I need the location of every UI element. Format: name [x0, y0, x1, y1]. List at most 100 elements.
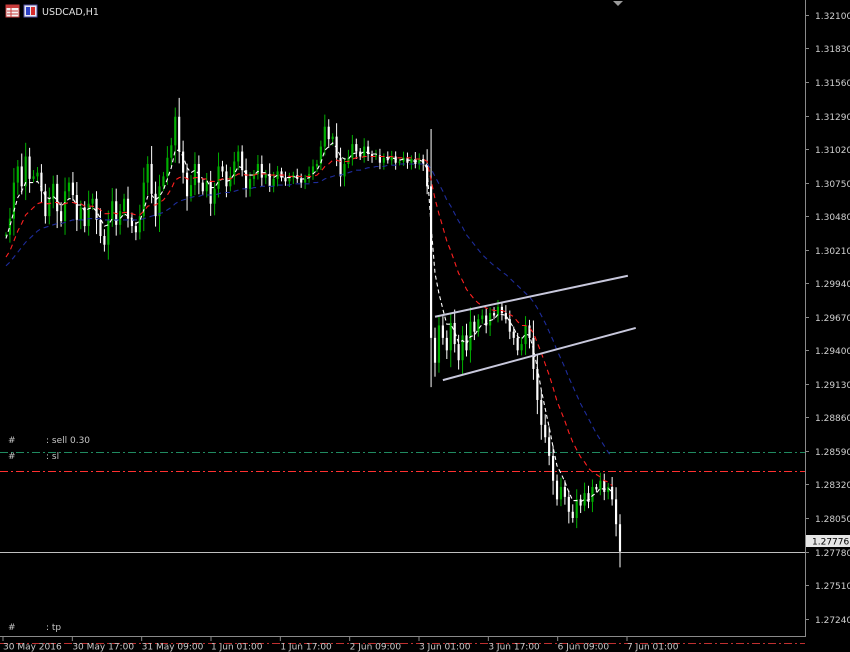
time-tick-label: 3 Jun 17:00: [488, 643, 540, 652]
candle-body: [75, 195, 78, 220]
candle-body: [248, 178, 252, 189]
time-tick-label: 1 Jun 17:00: [280, 643, 332, 652]
candle-body: [544, 424, 547, 438]
candle-body: [158, 186, 161, 217]
candle-body: [461, 335, 464, 361]
candle-body: [48, 198, 51, 217]
time-tick-label: 7 Jun 01:00: [627, 643, 679, 652]
candle-body: [205, 181, 208, 192]
candle-body: [382, 157, 385, 163]
price-tick-label: 1.27240: [815, 616, 850, 626]
candle-body: [260, 163, 263, 178]
candle-body: [457, 344, 460, 361]
price-tick-label: 1.29400: [815, 347, 850, 357]
candle-body: [449, 322, 452, 351]
candle-body: [331, 136, 334, 140]
candle-body: [189, 185, 193, 197]
current-price-value: 1.27776: [812, 538, 849, 548]
price-tick-label: 1.31290: [815, 113, 850, 123]
time-tick-label: 6 Jun 09:00: [558, 643, 610, 652]
table-icon[interactable]: [5, 4, 20, 18]
candle-body: [20, 166, 23, 187]
candle-body: [559, 486, 563, 500]
candle-body: [508, 319, 511, 332]
price-tick-label: 1.29940: [815, 280, 850, 290]
candle-body: [99, 219, 102, 237]
candle-body: [71, 182, 74, 196]
stop-loss-label[interactable]: : sl: [46, 452, 59, 462]
candle-body: [595, 486, 598, 490]
candle-body: [146, 163, 149, 183]
candle-body: [441, 325, 444, 338]
candle-body: [174, 116, 177, 146]
candle-body: [351, 144, 354, 158]
candle-body: [24, 156, 27, 187]
candle-body: [185, 172, 189, 197]
time-tick-label: 1 Jun 01:00: [211, 643, 263, 652]
candle-body: [288, 177, 291, 182]
candle-body: [237, 151, 240, 162]
candle-body: [611, 486, 614, 500]
sell-order-label[interactable]: : sell 0.30: [46, 436, 90, 446]
candle-body: [56, 183, 59, 212]
chart-flag-icon[interactable]: [23, 4, 38, 18]
candle-body: [548, 437, 551, 456]
candle-body: [134, 226, 137, 233]
candle-body: [209, 181, 212, 204]
candle-body: [583, 493, 586, 506]
candle-body: [512, 331, 515, 338]
candle-body: [433, 337, 437, 363]
price-tick-label: 1.28860: [815, 414, 850, 424]
candle-body: [536, 368, 539, 400]
candle-body: [591, 486, 594, 502]
candle-body: [567, 496, 570, 512]
candle-body: [496, 306, 500, 316]
candle-body: [28, 156, 31, 179]
candle-body: [213, 188, 216, 204]
price-tick-label: 1.32100: [815, 12, 850, 22]
candle-body: [614, 499, 618, 525]
candle-body: [327, 126, 330, 140]
price-tick-label: 1.30750: [815, 180, 850, 190]
candle-body: [563, 486, 566, 497]
candle-body: [599, 480, 602, 490]
price-tick-label: 1.31560: [815, 79, 850, 89]
take-profit-label[interactable]: : tp: [46, 623, 61, 633]
candle-body: [516, 337, 519, 351]
candle-body: [504, 313, 507, 320]
candle-body: [524, 325, 527, 345]
price-tick-label: 1.31020: [815, 146, 850, 156]
candle-body: [445, 337, 448, 351]
time-tick-label: 30 May 2016: [3, 643, 62, 652]
candle-body: [473, 321, 476, 332]
price-tick-label: 1.28590: [815, 448, 850, 458]
candle-body: [489, 313, 492, 326]
candle-body: [520, 344, 523, 351]
candle-body: [418, 159, 421, 164]
price-tick-label: 1.28320: [815, 481, 850, 491]
candle-body: [91, 198, 94, 204]
candle-body: [193, 163, 197, 186]
stop-loss-hash: #: [8, 452, 16, 462]
sell-order-hash: #: [8, 436, 16, 446]
candle-body: [32, 176, 35, 179]
candle-body: [162, 176, 165, 187]
time-tick-label: 2 Jun 09:00: [350, 643, 402, 652]
candle-body: [107, 219, 110, 245]
candle-body: [60, 211, 63, 222]
chart-canvas[interactable]: 1.32100 1.31830 1.31560 1.31290 1.31020 1.307…: [0, 0, 850, 652]
candle-body: [217, 166, 220, 189]
candle-body: [16, 166, 19, 183]
candle-body: [36, 172, 39, 177]
candle-body: [304, 178, 307, 183]
candle-body: [225, 171, 228, 187]
candle-body: [221, 166, 224, 172]
candle-body: [571, 511, 574, 518]
time-tick-label: 31 May 09:00: [142, 643, 204, 652]
price-tick-label: 1.29130: [815, 381, 850, 391]
candle-body: [284, 177, 287, 182]
candle-body: [492, 313, 496, 316]
candle-body: [166, 157, 169, 177]
candle-body: [552, 455, 555, 481]
candle-body: [398, 161, 401, 163]
